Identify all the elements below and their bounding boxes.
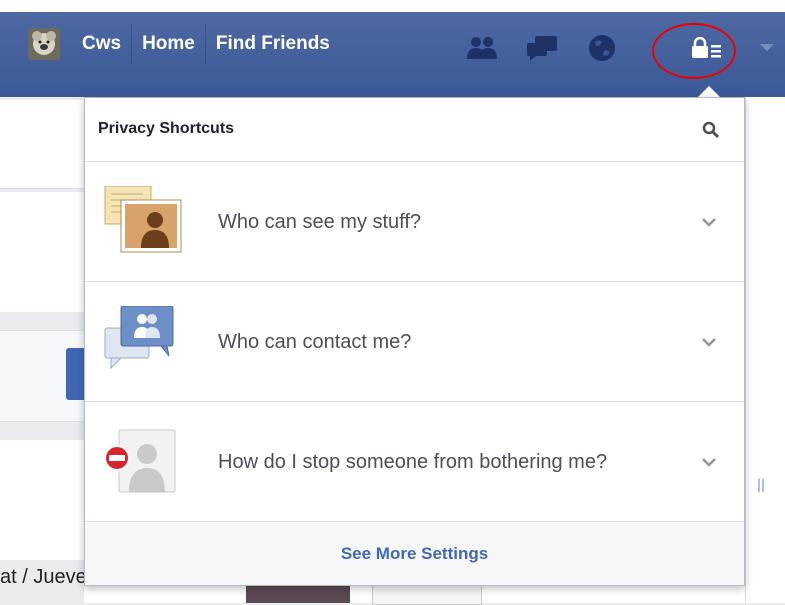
chevron-down-icon[interactable] [702,454,716,467]
search-icon[interactable] [702,121,720,139]
privacy-item-block[interactable]: How do I stop someone from bothering me? [85,402,744,522]
nav-left-links: Cws Home Find Friends [28,24,340,64]
background-like-button [372,584,482,605]
find-friends-link[interactable]: Find Friends [206,24,340,64]
annotation-red-circle [652,23,736,79]
background-post-button [66,348,86,400]
privacy-item-contact[interactable]: Who can contact me? [85,282,744,402]
account-menu-icon[interactable] [760,44,774,51]
background-card [0,100,84,189]
privacy-item-label: Who can contact me? [218,331,412,353]
profile-avatar[interactable] [28,28,60,60]
privacy-item-label: Who can see my stuff? [218,211,422,233]
profile-name-link[interactable]: Cws [72,24,133,64]
privacy-item-see-stuff[interactable]: Who can see my stuff? [85,162,744,282]
nav-jewels [462,28,642,68]
block-person-icon [103,426,183,496]
privacy-shortcuts-dropdown: Privacy Shortcuts Who can see my stuff? [84,97,745,586]
home-link[interactable]: Home [132,24,206,64]
background-thumbnail [246,586,350,603]
see-more-settings-link[interactable]: See More Settings [341,544,488,564]
notifications-icon[interactable] [582,28,622,68]
contact-bubbles-icon [103,305,183,376]
chevron-down-icon[interactable] [702,334,716,347]
dropdown-footer: See More Settings [85,521,744,585]
messages-icon[interactable] [522,28,562,68]
dropdown-title: Privacy Shortcuts [98,120,235,137]
background-right-link: ll [757,476,765,496]
photo-doc-icon [103,185,183,256]
friend-requests-icon[interactable] [462,28,502,68]
dropdown-header: Privacy Shortcuts [85,98,744,162]
background-right-column [745,97,785,603]
chevron-down-icon[interactable] [702,214,716,227]
background-card [0,192,84,312]
background-card [0,440,84,560]
privacy-item-label: How do I stop someone from bothering me? [218,451,608,473]
